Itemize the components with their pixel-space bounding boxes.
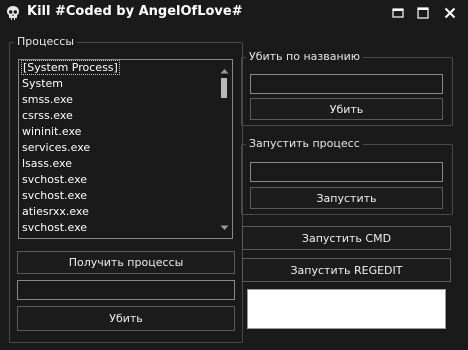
list-item-label: smss.exe [22,93,73,106]
start-process-button[interactable]: Запустить [250,187,443,209]
list-item[interactable]: svchost.exe [19,172,232,188]
skull-app-icon [5,5,21,21]
list-item[interactable]: wininit.exe [19,124,232,140]
list-item[interactable]: lsass.exe [19,156,232,172]
list-item-label: svchost.exe [22,237,87,238]
list-item-label: svchost.exe [22,221,88,234]
list-item-label: svchost.exe [22,189,88,202]
kill-process-input[interactable] [17,280,235,300]
list-item-label: csrss.exe [22,109,73,122]
list-item[interactable]: services.exe [19,140,232,156]
scroll-down-icon[interactable] [220,221,229,234]
output-panel [247,289,446,329]
minimize-icon[interactable] [389,5,407,21]
kill-by-name-legend: Убить по названию [249,50,361,63]
list-item-label: services.exe [22,141,91,154]
list-item[interactable]: svchost.exe [19,220,232,236]
run-cmd-button[interactable]: Запустить CMD [242,226,451,250]
kill-selected-button[interactable]: Убить [17,306,235,331]
start-process-legend: Запустить процесс [249,137,360,150]
process-name-input[interactable] [250,74,443,94]
run-regedit-button[interactable]: Запустить REGEDIT [242,258,451,282]
list-item-label: atiesrxx.exe [22,205,89,218]
window-title: Kill #Coded by AngelOfLove# [27,4,243,19]
close-icon[interactable] [441,5,459,21]
list-item-label: svchost.exe [22,173,88,186]
list-item[interactable]: svchost.exe [19,236,232,238]
list-item[interactable]: [System Process] [19,60,232,76]
list-item-label: wininit.exe [22,125,82,138]
scroll-thumb[interactable] [221,78,227,98]
list-item-label: lsass.exe [22,157,72,170]
maximize-icon[interactable] [414,5,432,21]
processes-group-legend: Процессы [17,35,75,48]
process-path-input[interactable] [250,162,443,182]
main-window: Kill #Coded by AngelOfLove# Процессы [Sy… [0,0,468,350]
list-item[interactable]: System [19,76,232,92]
process-list-items: [System Process] System smss.exe csrss.exe w… [19,60,232,238]
process-list[interactable]: [System Process] System smss.exe csrss.exe w… [18,59,233,239]
scroll-up-icon[interactable] [220,64,229,77]
kill-by-name-button[interactable]: Убить [250,98,443,120]
list-item[interactable]: atiesrxx.exe [19,204,232,220]
title-bar[interactable]: Kill #Coded by AngelOfLove# [0,0,468,27]
process-list-scrollbar[interactable] [218,61,231,237]
client-area: Процессы [System Process] System smss.exe c… [2,27,466,348]
get-processes-button[interactable]: Получить процессы [17,251,235,274]
list-item[interactable]: smss.exe [19,92,232,108]
list-item[interactable]: csrss.exe [19,108,232,124]
list-item-label: [System Process] [21,60,120,75]
list-item[interactable]: svchost.exe [19,188,232,204]
list-item-label: System [22,77,64,90]
